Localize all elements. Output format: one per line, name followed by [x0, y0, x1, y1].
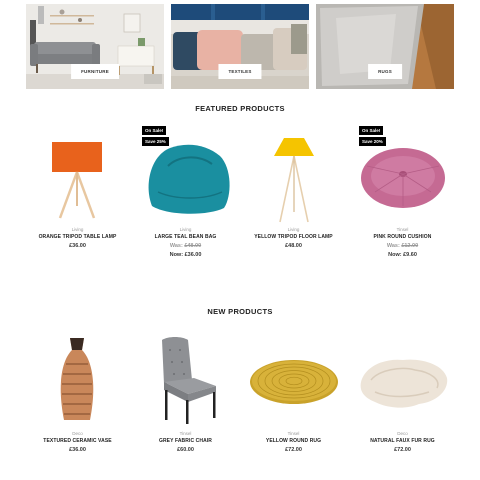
product-was-price: Was: £48.00: [128, 243, 243, 252]
product-name[interactable]: PINK ROUND CUSHION: [345, 234, 460, 243]
product-card-grey-chair[interactable]: Tinsel GREY FABRIC CHAIR £60.00: [128, 330, 243, 456]
ceramic-vase-image: [60, 338, 94, 420]
product-card-teal-bean-bag[interactable]: On Sale! Save 25% Living LARGE TEAL BEAN…: [128, 126, 243, 261]
product-was-price: Was: £12.00: [345, 243, 460, 252]
was-label: Was:: [386, 243, 400, 249]
category-label-rugs: RUGS: [368, 64, 402, 79]
featured-products-title: FEATURED PRODUCTS: [195, 104, 285, 113]
product-name[interactable]: LARGE TEAL BEAN BAG: [128, 234, 243, 243]
product-card-yellow-round-rug[interactable]: Tinsel YELLOW ROUND RUG £72.00: [236, 330, 351, 456]
was-value: £48.00: [184, 243, 202, 249]
category-label-furniture: FURNITURE: [71, 64, 119, 79]
product-image[interactable]: [20, 126, 135, 226]
yellow-round-rug-image: [250, 360, 338, 404]
category-label-textiles: TEXTILES: [218, 64, 262, 79]
product-category: Living: [287, 227, 300, 232]
product-price: £36.00: [69, 447, 86, 453]
product-name[interactable]: TEXTURED CERAMIC VASE: [20, 438, 135, 447]
product-now-price: Now: £9.60: [345, 252, 460, 261]
was-label: Was:: [169, 243, 183, 249]
product-card-yellow-floor-lamp[interactable]: Living YELLOW TRIPOD FLOOR LAMP £48.00: [236, 126, 351, 252]
product-card-faux-fur-rug[interactable]: Deco NATURAL FAUX FUR RUG £72.00: [345, 330, 460, 456]
was-value: £12.00: [401, 243, 419, 249]
now-value: £9.60: [403, 252, 417, 258]
product-category: Tinsel: [179, 431, 192, 436]
product-category: Deco: [72, 431, 83, 436]
product-price: £48.00: [285, 243, 302, 249]
on-sale-badge: On Sale!: [359, 126, 384, 135]
orange-lamp-image: [52, 142, 102, 219]
category-banner-furniture[interactable]: FURNITURE: [26, 4, 164, 89]
save-percent-badge: Save 25%: [142, 137, 169, 146]
product-name[interactable]: YELLOW TRIPOD FLOOR LAMP: [236, 234, 351, 243]
product-card-ceramic-vase[interactable]: Deco TEXTURED CERAMIC VASE £36.00: [20, 330, 135, 456]
yellow-floor-lamp-image: [274, 138, 314, 223]
product-category: Deco: [397, 431, 408, 436]
product-image[interactable]: [236, 126, 351, 226]
now-value: £36.00: [184, 252, 202, 258]
product-image[interactable]: [20, 330, 135, 430]
product-price: £72.00: [285, 447, 302, 453]
product-image[interactable]: [236, 330, 351, 430]
product-name[interactable]: ORANGE TRIPOD TABLE LAMP: [20, 234, 135, 243]
product-image[interactable]: On Sale! Save 20%: [345, 126, 460, 226]
product-card-pink-cushion[interactable]: On Sale! Save 20% Tinsel PINK ROUND CUSH…: [345, 126, 460, 261]
product-category: Tinsel: [287, 431, 300, 436]
now-label: Now:: [169, 252, 184, 258]
product-now-price: Now: £36.00: [128, 252, 243, 261]
new-products-title: NEW PRODUCTS: [207, 307, 273, 316]
product-category: Living: [179, 227, 192, 232]
product-name[interactable]: YELLOW ROUND RUG: [236, 438, 351, 447]
product-price: £72.00: [394, 447, 411, 453]
product-name[interactable]: GREY FABRIC CHAIR: [128, 438, 243, 447]
category-banner-textiles[interactable]: TEXTILES: [171, 4, 309, 89]
product-category: Tinsel: [396, 227, 409, 232]
category-banner-rugs[interactable]: RUGS: [316, 4, 454, 89]
product-image[interactable]: [345, 330, 460, 430]
grey-chair-image: [162, 337, 216, 424]
product-category: Living: [71, 227, 84, 232]
product-name[interactable]: NATURAL FAUX FUR RUG: [345, 438, 460, 447]
product-price: £60.00: [177, 447, 194, 453]
product-price: £36.00: [69, 243, 86, 249]
on-sale-badge: On Sale!: [142, 126, 167, 135]
product-image[interactable]: [128, 330, 243, 430]
faux-fur-rug-image: [360, 359, 448, 408]
save-percent-badge: Save 20%: [359, 137, 386, 146]
product-image[interactable]: On Sale! Save 25%: [128, 126, 243, 226]
now-label: Now:: [388, 252, 402, 258]
product-card-orange-lamp[interactable]: Living ORANGE TRIPOD TABLE LAMP £36.00: [20, 126, 135, 252]
